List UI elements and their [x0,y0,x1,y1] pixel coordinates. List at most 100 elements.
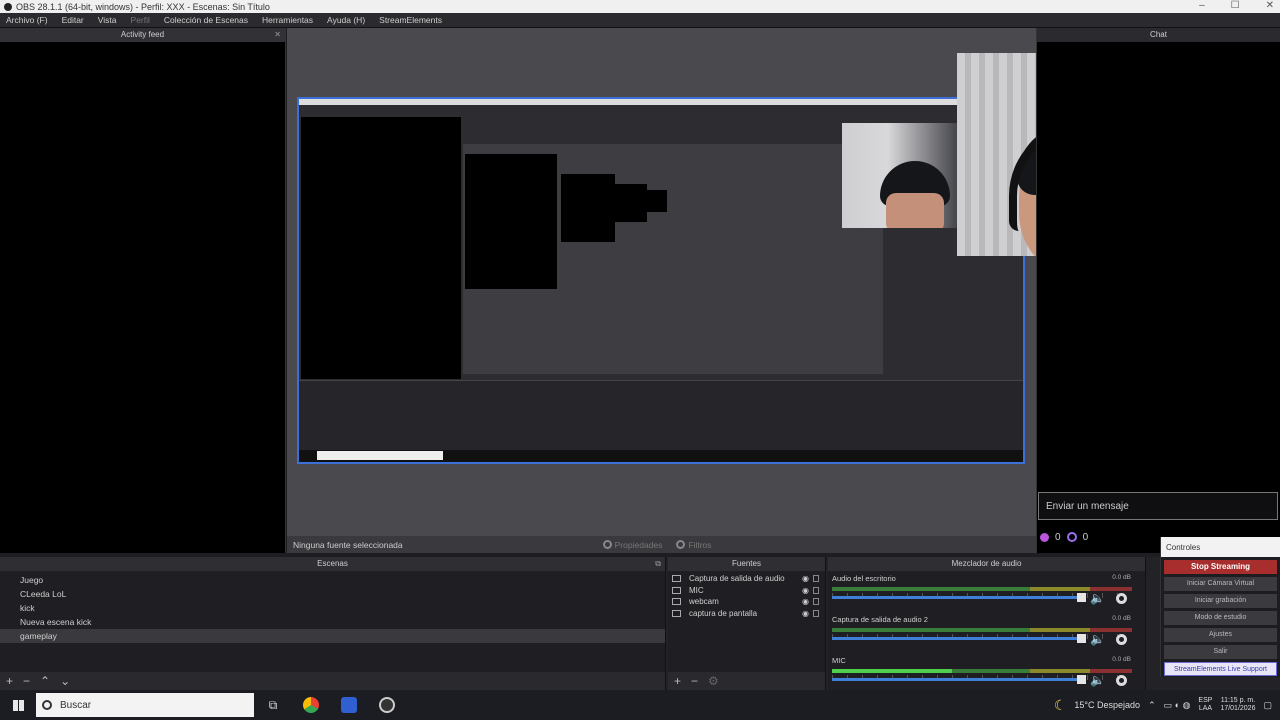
scene-item[interactable]: Nueva escena kick [0,615,665,629]
visibility-icon[interactable]: ◉ [802,596,809,608]
visibility-icon[interactable]: ◉ [802,573,809,585]
volume-slider[interactable] [832,675,1086,684]
gear-icon[interactable] [1116,593,1127,604]
moon-icon: ☾ [1053,696,1067,713]
task-view-icon[interactable]: ⧉ [254,690,292,720]
remove-scene-icon[interactable]: − [23,674,30,688]
gear-icon[interactable] [1116,634,1127,645]
studio-mode-button[interactable]: Modo de estudio [1164,611,1277,625]
settings-button[interactable]: Ajustes [1164,628,1277,642]
channel-db: 0.0 dB [1112,574,1131,581]
move-up-icon[interactable]: ⌃ [40,674,50,688]
visibility-icon[interactable]: ◉ [802,608,809,620]
menu-herramientas[interactable]: Herramientas [262,15,313,25]
captured-activity-feed [301,117,461,379]
remove-source-icon[interactable]: − [691,674,698,688]
scene-item[interactable]: CLeeda LoL [0,587,665,601]
speaker-icon[interactable]: 🔈 [1090,591,1105,605]
properties-button[interactable]: Propiedades [602,539,663,550]
scenes-dock: Escenas ⧉ Juego CLeeda LoL kick Nueva es… [0,557,666,690]
captured-preview [463,144,883,374]
taskbar-search[interactable]: Buscar [36,693,254,717]
viewers-icon [1066,532,1077,542]
channel-db: 0.0 dB [1112,656,1131,663]
menu-ayuda[interactable]: Ayuda (H) [327,15,365,25]
slider-handle[interactable] [1077,593,1086,602]
speaker-icon[interactable]: 🔈 [1090,673,1105,687]
sources-label: Fuentes [732,559,761,568]
no-source-label: Ninguna fuente seleccionada [293,539,403,550]
properties-label: Propiedades [614,539,663,550]
maximize-icon[interactable]: ☐ [1231,0,1240,11]
filters-button[interactable]: Filtros [676,540,712,550]
volume-slider[interactable] [832,593,1086,602]
clock[interactable]: 11:15 p. m. 17/01/2026 [1220,697,1255,713]
lock-icon[interactable] [813,598,819,606]
tray-icons[interactable]: ▭ ◐ ◍ [1164,700,1191,711]
lock-icon[interactable] [813,609,819,617]
visibility-icon[interactable]: ◉ [802,585,809,597]
channel-points-icon[interactable] [1040,532,1049,542]
source-settings-icon[interactable]: ⚙ [708,674,719,688]
system-tray: ☾ 15°C Despejado ⌃ ▭ ◐ ◍ ESP LAA 11:15 p.… [1054,690,1280,720]
menu-perfil[interactable]: Perfil [131,15,150,25]
lock-icon[interactable] [813,575,819,583]
weather-text[interactable]: 15°C Despejado [1074,700,1140,710]
stop-streaming-button[interactable]: Stop Streaming [1164,560,1277,574]
menu-streamelements[interactable]: StreamElements [379,15,442,25]
source-item[interactable]: MIC ◉ [668,585,825,597]
controls-title: Controles [1161,537,1280,557]
source-label: captura de pantalla [689,608,758,618]
add-source-icon[interactable]: + [674,674,681,688]
live-support-button[interactable]: StreamElements Live Support [1164,662,1277,676]
title-bar: OBS 28.1.1 (64-bit, windows) - Perfil: X… [0,0,1280,13]
volume-meter [832,628,1132,632]
mixer-channel: MIC 0.0 dB 🔈 [828,653,1145,694]
source-item[interactable]: Captura de salida de audio ◉ [668,573,825,585]
controls-dock: Controles Stop Streaming Iniciar Cámara … [1160,537,1280,677]
mixer-channel: Audio del escritorio 0.0 dB 🔈 [828,571,1145,612]
add-scene-icon[interactable]: + [6,674,13,688]
slider-handle[interactable] [1077,634,1086,643]
webcam-feedback-image [842,123,957,228]
gear-icon[interactable] [1116,675,1127,686]
preview-status-bar: Ninguna fuente seleccionada Propiedades … [287,536,1036,553]
chat-message-input[interactable]: Enviar un mensaje [1038,492,1278,520]
start-recording-button[interactable]: Iniciar grabación [1164,594,1277,608]
source-item[interactable]: webcam ◉ [668,596,825,608]
speaker-icon [672,575,681,583]
language-indicator[interactable]: ESP LAA [1198,697,1212,713]
close-icon[interactable]: ✕ [1266,0,1274,11]
chrome-icon[interactable] [292,690,330,720]
scene-item-selected[interactable]: gameplay [0,629,665,643]
slider-handle[interactable] [1077,675,1086,684]
notification-icon[interactable]: ▢ [1263,700,1272,711]
scene-item[interactable]: Juego [0,573,665,587]
source-item[interactable]: captura de pantalla ◉ [668,608,825,620]
source-label: MIC [689,585,704,595]
app-icon[interactable] [330,690,368,720]
captured-search [317,451,443,460]
virtual-camera-button[interactable]: Iniciar Cámara Virtual [1164,577,1277,591]
start-button[interactable] [0,690,36,720]
speaker-icon[interactable]: 🔈 [1090,632,1105,646]
menu-vista[interactable]: Vista [98,15,117,25]
dock-float-icon[interactable]: ⧉ [655,557,661,571]
lock-icon[interactable] [813,586,819,594]
menu-editar[interactable]: Editar [62,15,84,25]
chat-label: Chat [1150,30,1167,39]
menu-archivo[interactable]: Archivo (F) [6,15,48,25]
move-down-icon[interactable]: ⌄ [60,674,70,688]
menu-coleccion[interactable]: Colección de Escenas [164,15,248,25]
chevron-up-icon[interactable]: ⌃ [1148,700,1156,711]
volume-meter [832,669,1132,673]
volume-slider[interactable] [832,634,1086,643]
dock-close-icon[interactable]: ✕ [274,28,281,42]
scene-item[interactable]: kick [0,601,665,615]
minimize-icon[interactable]: – [1199,0,1205,11]
activity-feed-dock: Activity feed ✕ [0,28,286,553]
obs-logo-icon [4,2,12,11]
mic-icon [672,586,681,594]
exit-button[interactable]: Salir [1164,645,1277,659]
obs-taskbar-icon[interactable] [368,690,406,720]
